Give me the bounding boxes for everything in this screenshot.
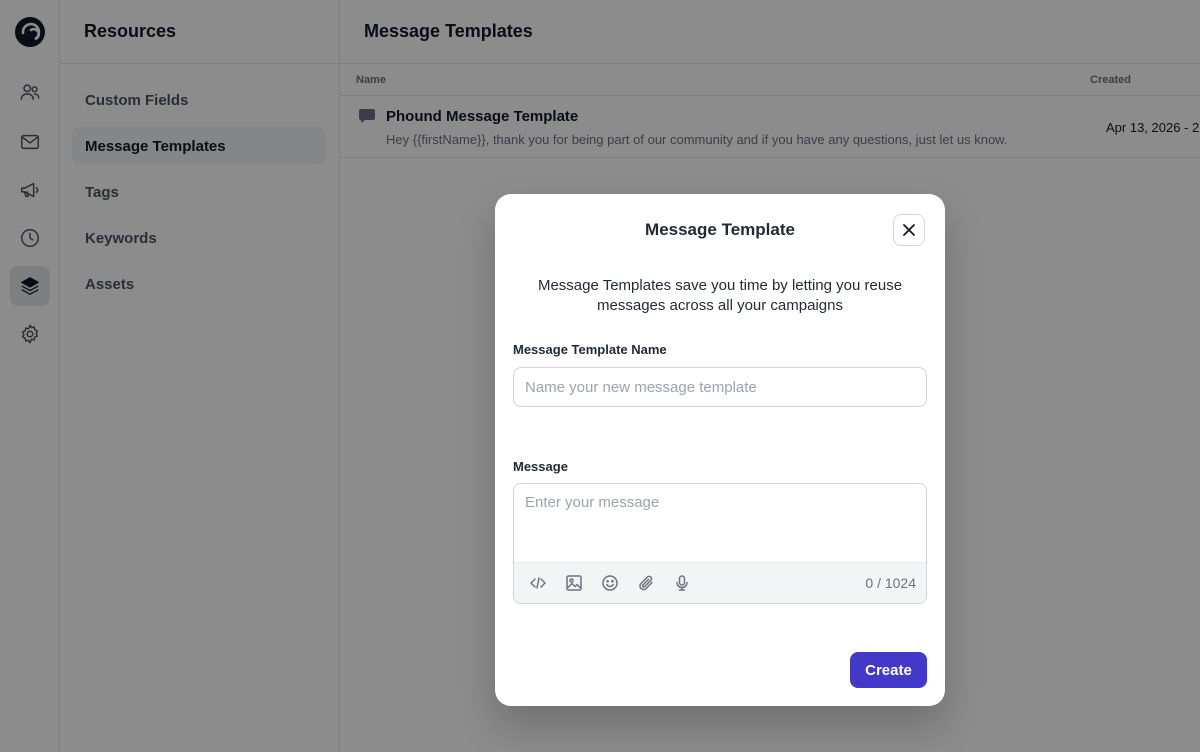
close-button[interactable] bbox=[893, 214, 925, 246]
message-template-modal: Message Template Message Templates save … bbox=[495, 194, 945, 706]
message-label: Message bbox=[513, 459, 568, 474]
insert-emoji-button[interactable] bbox=[600, 573, 620, 593]
emoji-icon bbox=[602, 575, 618, 591]
message-toolbar: 0 / 1024 bbox=[514, 562, 926, 603]
message-editor: 0 / 1024 bbox=[513, 483, 927, 604]
create-button[interactable]: Create bbox=[850, 652, 927, 688]
template-name-label: Message Template Name bbox=[513, 342, 667, 357]
message-textarea[interactable] bbox=[514, 484, 926, 562]
record-voice-button[interactable] bbox=[672, 573, 692, 593]
insert-image-button[interactable] bbox=[564, 573, 584, 593]
character-count: 0 / 1024 bbox=[865, 575, 916, 591]
microphone-icon bbox=[676, 575, 688, 591]
image-icon bbox=[566, 575, 582, 591]
insert-variable-button[interactable] bbox=[528, 573, 548, 593]
close-icon bbox=[903, 224, 915, 236]
code-icon bbox=[530, 577, 546, 589]
attach-file-button[interactable] bbox=[636, 573, 656, 593]
modal-description: Message Templates save you time by letti… bbox=[537, 277, 903, 314]
attachment-icon bbox=[639, 575, 653, 591]
template-name-input[interactable] bbox=[513, 367, 927, 407]
modal-title: Message Template bbox=[645, 220, 795, 239]
